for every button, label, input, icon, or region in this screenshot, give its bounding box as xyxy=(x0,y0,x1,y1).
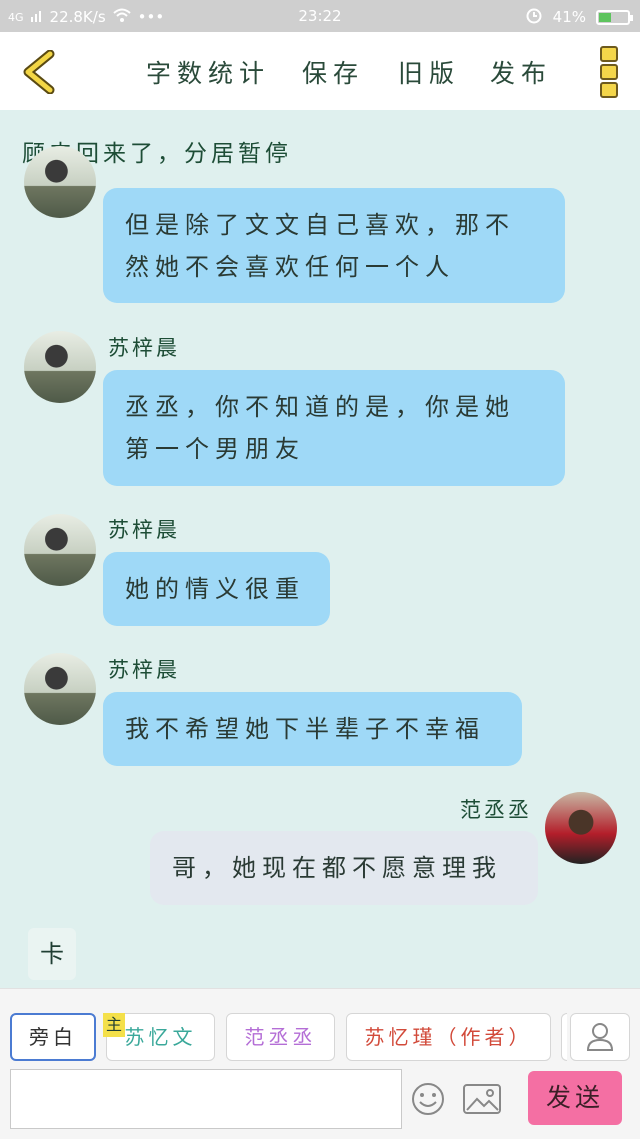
word-count-button[interactable]: 字数统计 xyxy=(146,54,270,90)
image-button[interactable] xyxy=(462,1083,502,1115)
back-button[interactable] xyxy=(18,49,62,95)
add-role-button[interactable] xyxy=(570,1013,630,1061)
save-button[interactable]: 保存 xyxy=(302,54,364,90)
smiley-icon xyxy=(412,1083,444,1115)
editor-toolbar: 字数统计 保存 旧版 发布 xyxy=(0,32,640,110)
message-bubble[interactable]: 她的情义很重 xyxy=(103,552,330,626)
card-label[interactable]: 卡 xyxy=(28,928,76,980)
message-bubble[interactable]: 我不希望她下半辈子不幸福 xyxy=(103,692,522,766)
avatar[interactable] xyxy=(24,146,96,218)
role-more-edge[interactable] xyxy=(561,1013,567,1061)
battery-icon xyxy=(596,9,633,25)
chevron-left-icon xyxy=(23,49,55,95)
role-su-yijin-author[interactable]: 苏忆瑾（作者） xyxy=(346,1013,551,1061)
old-version-button[interactable]: 旧版 xyxy=(398,54,460,90)
alarm-icon xyxy=(525,6,543,28)
chat-area[interactable]: 顾卉回来了，分居暂停 但是除了文文自己喜欢，那不然她不会喜欢任何一个人 苏梓晨 … xyxy=(0,110,640,988)
message-input[interactable] xyxy=(10,1069,402,1129)
speaker-name: 苏梓晨 xyxy=(108,336,180,360)
speaker-name: 范丞丞 xyxy=(460,798,532,822)
status-bar: 4G 22.8K/s ••• 23:22 41% xyxy=(0,0,640,32)
avatar[interactable] xyxy=(24,514,96,586)
main-role-badge: 主 xyxy=(103,1013,125,1037)
avatar[interactable] xyxy=(24,653,96,725)
publish-button[interactable]: 发布 xyxy=(490,54,552,90)
message-bubble[interactable]: 但是除了文文自己喜欢，那不然她不会喜欢任何一个人 xyxy=(103,188,565,303)
image-icon xyxy=(463,1084,501,1114)
avatar[interactable] xyxy=(24,331,96,403)
battery-percent: 41% xyxy=(552,8,586,26)
speaker-name: 苏梓晨 xyxy=(108,658,180,682)
composer-panel: 旁白 苏忆文 主 范丞丞 苏忆瑾（作者） 发送 xyxy=(0,988,640,1139)
person-icon xyxy=(586,1023,614,1051)
more-menu-button[interactable] xyxy=(600,46,618,98)
avatar[interactable] xyxy=(545,792,617,864)
message-bubble[interactable]: 丞丞，你不知道的是，你是她第一个男朋友 xyxy=(103,370,565,486)
emoji-button[interactable] xyxy=(410,1081,446,1117)
speaker-name: 苏梓晨 xyxy=(108,518,180,542)
role-narrator[interactable]: 旁白 xyxy=(10,1013,96,1061)
message-bubble[interactable]: 哥，她现在都不愿意理我 xyxy=(150,831,538,905)
send-button[interactable]: 发送 xyxy=(528,1071,622,1125)
role-fan-chengcheng[interactable]: 范丞丞 xyxy=(226,1013,335,1061)
